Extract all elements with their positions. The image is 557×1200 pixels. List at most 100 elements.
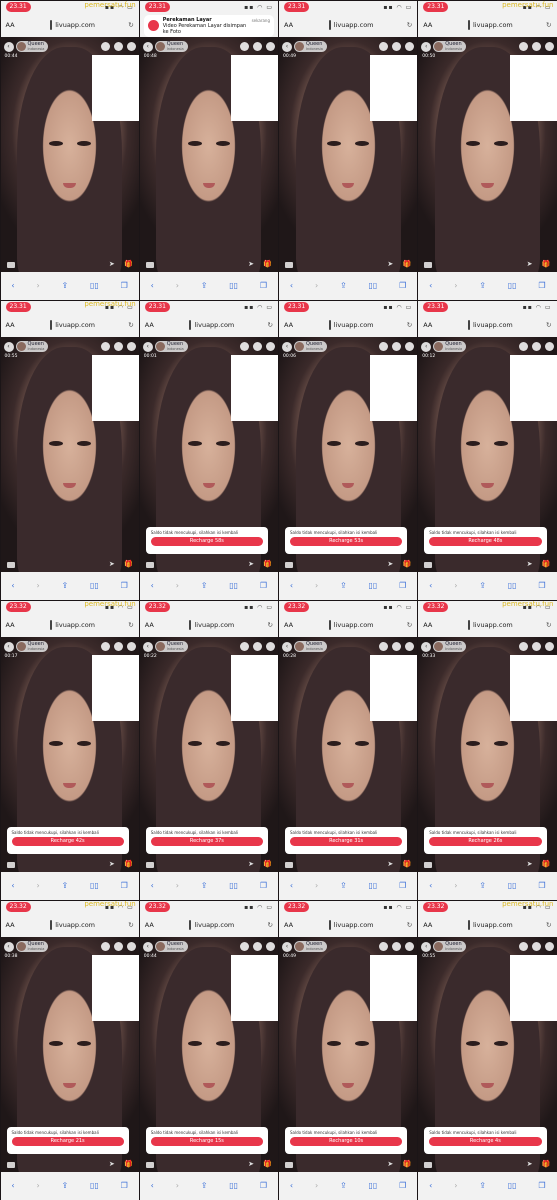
send-icon[interactable]: ➤ <box>109 560 115 568</box>
share-icon[interactable]: ⇪ <box>479 1181 486 1190</box>
gift-icon[interactable]: 🎁 <box>542 260 551 268</box>
flip-camera-icon[interactable] <box>113 342 123 351</box>
forward-arrow-icon[interactable]: › <box>315 281 318 290</box>
bookmarks-icon[interactable]: ▯▯ <box>369 881 378 890</box>
share-icon[interactable]: ⇪ <box>340 881 347 890</box>
recharge-button[interactable]: Recharge 31s <box>290 836 403 846</box>
gift-icon[interactable]: 🎁 <box>263 1160 272 1168</box>
mic-icon[interactable] <box>518 342 528 351</box>
streamer-profile[interactable]: Queen Indonesia <box>294 941 327 952</box>
gift-icon[interactable]: 🎁 <box>542 1160 551 1168</box>
back-arrow-icon[interactable]: ‹ <box>151 581 154 590</box>
recharge-button[interactable]: Recharge 53s <box>290 536 403 546</box>
flip-camera-icon[interactable] <box>392 642 402 651</box>
tabs-icon[interactable]: ❐ <box>121 581 128 590</box>
chat-icon[interactable] <box>6 861 15 868</box>
flip-camera-icon[interactable] <box>113 642 123 651</box>
close-icon[interactable] <box>544 642 554 651</box>
browser-address-bar[interactable]: AAlivuapp.com↻ <box>279 13 418 37</box>
tabs-icon[interactable]: ❐ <box>399 581 406 590</box>
send-icon[interactable]: ➤ <box>109 860 115 868</box>
share-icon[interactable]: ⇪ <box>61 1181 68 1190</box>
gift-icon[interactable]: 🎁 <box>263 260 272 268</box>
send-icon[interactable]: ➤ <box>527 1160 533 1168</box>
flip-camera-icon[interactable] <box>531 342 541 351</box>
reload-icon[interactable]: ↻ <box>542 21 551 29</box>
chat-icon[interactable] <box>145 561 154 568</box>
browser-address-bar[interactable]: AAlivuapp.com↻ <box>0 613 139 637</box>
bookmarks-icon[interactable]: ▯▯ <box>369 1181 378 1190</box>
reload-icon[interactable]: ↻ <box>402 921 412 929</box>
url-text[interactable]: livuapp.com <box>22 620 124 630</box>
close-icon[interactable] <box>266 42 275 51</box>
bookmarks-icon[interactable]: ▯▯ <box>90 881 99 890</box>
forward-arrow-icon[interactable]: › <box>315 881 318 890</box>
browser-address-bar[interactable]: AAlivuapp.com↻ <box>279 313 418 337</box>
browser-address-bar[interactable]: AAlivuapp.com↻ <box>418 613 557 637</box>
reader-aa-button[interactable]: AA <box>145 321 161 329</box>
forward-arrow-icon[interactable]: › <box>36 581 39 590</box>
url-text[interactable]: livuapp.com <box>22 920 124 930</box>
browser-address-bar[interactable]: AAlivuapp.com↻ <box>0 313 139 337</box>
send-icon[interactable]: ➤ <box>387 1160 393 1168</box>
reader-aa-button[interactable]: AA <box>6 921 22 929</box>
flip-camera-icon[interactable] <box>253 942 262 951</box>
back-button[interactable]: ‹ <box>282 41 292 52</box>
reload-icon[interactable]: ↻ <box>542 921 551 929</box>
tabs-icon[interactable]: ❐ <box>260 881 267 890</box>
mic-icon[interactable] <box>518 642 528 651</box>
url-text[interactable]: livuapp.com <box>22 320 124 330</box>
flip-camera-icon[interactable] <box>113 942 123 951</box>
recharge-button[interactable]: Recharge 15s <box>150 1136 263 1146</box>
back-button[interactable]: ‹ <box>282 341 292 352</box>
bookmarks-icon[interactable]: ▯▯ <box>229 1181 238 1190</box>
back-arrow-icon[interactable]: ‹ <box>290 581 293 590</box>
back-button[interactable]: ‹ <box>282 641 292 652</box>
flip-camera-icon[interactable] <box>113 42 123 51</box>
chat-icon[interactable] <box>285 861 293 868</box>
mic-icon[interactable] <box>518 942 528 951</box>
streamer-profile[interactable]: Queen Indonesia <box>154 641 188 652</box>
flip-camera-icon[interactable] <box>531 642 541 651</box>
bookmarks-icon[interactable]: ▯▯ <box>369 281 378 290</box>
close-icon[interactable] <box>266 942 275 951</box>
mic-icon[interactable] <box>379 642 389 651</box>
share-icon[interactable]: ⇪ <box>61 881 68 890</box>
bookmarks-icon[interactable]: ▯▯ <box>508 581 517 590</box>
gift-icon[interactable]: 🎁 <box>403 860 412 868</box>
close-icon[interactable] <box>126 642 136 651</box>
chat-icon[interactable] <box>145 861 154 868</box>
flip-camera-icon[interactable] <box>392 342 402 351</box>
forward-arrow-icon[interactable]: › <box>176 1181 179 1190</box>
url-text[interactable]: livuapp.com <box>439 20 541 30</box>
tabs-icon[interactable]: ❐ <box>399 281 406 290</box>
flip-camera-icon[interactable] <box>531 42 541 51</box>
forward-arrow-icon[interactable]: › <box>36 881 39 890</box>
share-icon[interactable]: ⇪ <box>201 581 208 590</box>
chat-icon[interactable] <box>6 561 15 568</box>
forward-arrow-icon[interactable]: › <box>176 581 179 590</box>
reload-icon[interactable]: ↻ <box>124 21 133 29</box>
close-icon[interactable] <box>266 642 275 651</box>
mic-icon[interactable] <box>240 642 249 651</box>
reader-aa-button[interactable]: AA <box>423 621 439 629</box>
send-icon[interactable]: ➤ <box>248 560 254 568</box>
url-text[interactable]: livuapp.com <box>161 920 263 930</box>
close-icon[interactable] <box>126 942 136 951</box>
chat-icon[interactable] <box>285 1161 293 1168</box>
reader-aa-button[interactable]: AA <box>6 21 22 29</box>
recharge-button[interactable]: Recharge 42s <box>11 836 124 846</box>
close-icon[interactable] <box>266 342 275 351</box>
back-arrow-icon[interactable]: ‹ <box>290 1181 293 1190</box>
streamer-profile[interactable]: Queen Indonesia <box>294 341 327 352</box>
send-icon[interactable]: ➤ <box>527 860 533 868</box>
close-icon[interactable] <box>405 942 415 951</box>
reader-aa-button[interactable]: AA <box>423 21 439 29</box>
url-text[interactable]: livuapp.com <box>439 920 541 930</box>
url-text[interactable]: livuapp.com <box>439 320 541 330</box>
bookmarks-icon[interactable]: ▯▯ <box>508 281 517 290</box>
mic-icon[interactable] <box>518 42 528 51</box>
close-icon[interactable] <box>405 342 415 351</box>
streamer-profile[interactable]: Queen Indonesia <box>433 641 467 652</box>
tabs-icon[interactable]: ❐ <box>121 881 128 890</box>
